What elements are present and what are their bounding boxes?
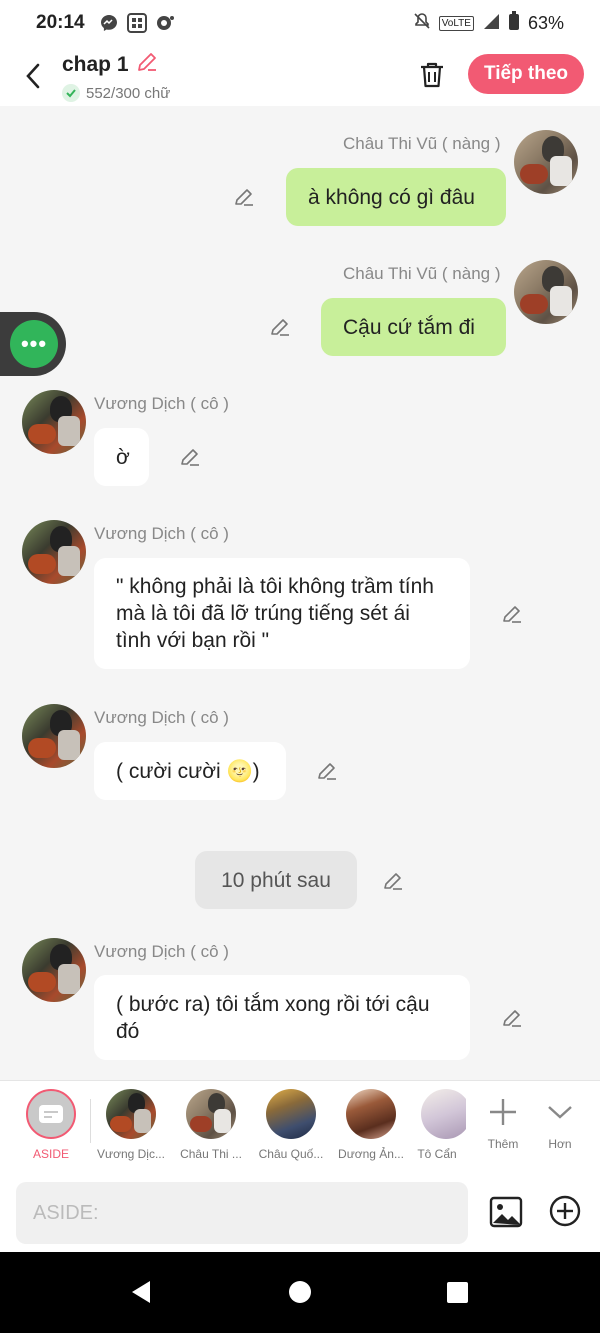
insert-image-button[interactable] [488, 1194, 524, 1230]
floating-menu-button[interactable]: ••• [0, 312, 66, 376]
character-avatar [186, 1089, 236, 1139]
volte-badge: VoLTE [438, 15, 474, 31]
edit-message-icon[interactable] [381, 869, 405, 893]
character-avatar [421, 1089, 466, 1139]
character-label: ASIDE [32, 1147, 69, 1161]
more-dots-icon: ••• [10, 320, 58, 368]
message-bubble[interactable]: ờ [94, 428, 149, 486]
character-aside[interactable]: ASIDE [14, 1089, 88, 1161]
edit-message-icon[interactable] [178, 445, 202, 469]
message-author: Vương Dịch ( cô ) [94, 524, 229, 543]
message-author: Vương Dịch ( cô ) [94, 394, 229, 413]
message-bubble[interactable]: Cậu cứ tắm đi [321, 298, 506, 356]
message-bubble[interactable]: " không phải là tôi không trầm tính mà l… [94, 558, 470, 669]
status-bar: 20:14 VoLTE 63% [0, 0, 600, 46]
triangle-back-icon [132, 1281, 150, 1303]
app-header: chap 1 552/300 chữ Tiếp theo [0, 46, 600, 106]
grid-app-icon [126, 13, 147, 33]
notification-icons [99, 13, 175, 33]
avatar[interactable] [22, 520, 86, 584]
chevron-left-icon [26, 63, 40, 89]
avatar[interactable] [514, 130, 578, 194]
chapter-title: chap 1 [62, 53, 129, 76]
more-characters-button[interactable]: Hơn [523, 1089, 597, 1151]
word-count-text: 552/300 chữ [86, 84, 171, 102]
character-bar: ASIDE Vương Dịc... Châu Thi ... Châu Quố… [0, 1080, 600, 1172]
character-vuong-dich[interactable]: Vương Dịc... [94, 1089, 168, 1161]
message-author: Châu Thi Vũ ( nàng ) [343, 134, 501, 153]
nav-recent-button[interactable] [447, 1282, 468, 1303]
next-button[interactable]: Tiếp theo [468, 54, 584, 94]
title-block: chap 1 552/300 chữ [62, 50, 170, 102]
character-chau-quoc[interactable]: Châu Quố... [254, 1089, 328, 1161]
message-bubble[interactable]: à không có gì đâu [286, 168, 506, 226]
composer: ASIDE: [0, 1172, 600, 1252]
avatar[interactable] [22, 390, 86, 454]
edit-title-icon[interactable] [135, 50, 159, 80]
edit-message-icon[interactable] [268, 315, 292, 339]
edit-message-icon[interactable] [500, 1006, 524, 1030]
aside-icon [26, 1089, 76, 1139]
message-bubble[interactable]: ( cười cười 🌝) [94, 742, 286, 800]
character-label: Châu Thi ... [180, 1147, 242, 1161]
chevron-down-icon [548, 1106, 572, 1119]
nav-back-button[interactable] [130, 1280, 152, 1309]
chat-app-icon [155, 13, 175, 33]
message-author: Vương Dịch ( cô ) [94, 942, 229, 961]
status-time: 20:14 [36, 12, 85, 33]
message-input[interactable]: ASIDE: [16, 1182, 468, 1244]
edit-message-icon[interactable] [500, 602, 524, 626]
edit-message-icon[interactable] [232, 185, 256, 209]
system-indicators: VoLTE 63% [413, 10, 564, 36]
plus-icon [490, 1099, 516, 1125]
battery-icon [508, 10, 520, 36]
nav-home-button[interactable] [289, 1281, 311, 1303]
character-label: Châu Quố... [258, 1147, 324, 1161]
character-avatar [266, 1089, 316, 1139]
mute-icon [413, 12, 431, 35]
avatar[interactable] [22, 704, 86, 768]
message-author: Vương Dịch ( cô ) [94, 708, 229, 727]
signal-icon [482, 12, 500, 35]
back-button[interactable] [18, 58, 48, 94]
character-label: Vương Dịc... [97, 1147, 165, 1161]
word-count: 552/300 chữ [62, 84, 170, 102]
divider [90, 1099, 91, 1143]
add-button[interactable] [548, 1194, 582, 1228]
character-duong-an[interactable]: Dương Ản... [334, 1089, 408, 1161]
narration-bubble[interactable]: 10 phút sau [195, 851, 357, 909]
chat-area[interactable]: Châu Thi Vũ ( nàng ) à không có gì đâu C… [0, 106, 600, 1080]
plus-circle-icon [549, 1195, 581, 1227]
messenger-icon [99, 13, 119, 33]
trash-icon [421, 62, 443, 88]
delete-button[interactable] [416, 58, 448, 92]
system-nav-bar [0, 1252, 600, 1333]
message-bubble[interactable]: ( bước ra) tôi tắm xong rồi tới cậu đó [94, 975, 470, 1060]
character-avatar [346, 1089, 396, 1139]
chapter-title-row[interactable]: chap 1 [62, 50, 170, 80]
avatar[interactable] [22, 938, 86, 1002]
character-label: Tô Cẩn [417, 1147, 457, 1161]
more-label: Hơn [548, 1137, 572, 1151]
character-chau-thi-vu[interactable]: Châu Thi ... [174, 1089, 248, 1161]
battery-percent: 63% [527, 12, 564, 33]
character-to-can[interactable]: Tô Cẩn [408, 1089, 466, 1161]
message-author: Châu Thi Vũ ( nàng ) [343, 264, 501, 283]
image-icon [489, 1196, 523, 1228]
character-avatar [106, 1089, 156, 1139]
check-icon [62, 84, 80, 102]
avatar[interactable] [514, 260, 578, 324]
edit-message-icon[interactable] [315, 759, 339, 783]
character-label: Dương Ản... [338, 1147, 404, 1161]
